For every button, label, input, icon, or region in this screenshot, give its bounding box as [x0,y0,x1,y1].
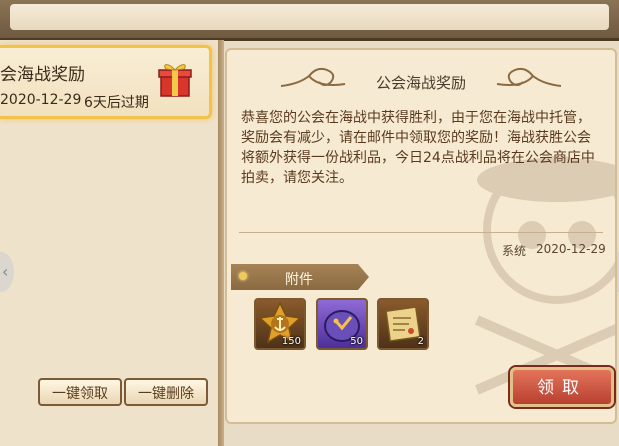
attachment-slot[interactable]: 50 [316,298,368,350]
mail-list-item[interactable]: 会海战奖励 2020-12-29 6天后过期 [0,45,212,119]
top-bar-inner [10,4,609,30]
mail-item-expire: 6天后过期 [84,95,149,111]
claim-all-button[interactable]: 一键领取 [38,378,122,406]
mail-body: 恭喜您的公会在海战中获得胜利，由于您在海战中托管，奖励会有减少，请在邮件中领取您… [241,110,595,186]
attachment-qty: 50 [350,336,363,347]
attachments-label: 附件 [285,272,313,288]
divider [239,232,603,233]
mail-sender: 系统 [502,244,527,258]
flourish-right-icon [496,67,562,87]
mail-item-title: 会海战奖励 [0,65,85,85]
mail-date: 2020-12-29 [536,242,606,256]
panel-divider [218,40,224,446]
claim-button[interactable]: 领取 [510,367,614,407]
attachment-qty: 2 [417,336,424,347]
attachment-slot[interactable]: 150 [254,298,306,350]
top-bar [0,0,619,41]
mail-item-date: 2020-12-29 [0,92,82,108]
gift-icon [158,64,192,97]
delete-all-button[interactable]: 一键删除 [124,378,208,406]
bullet-icon [239,272,247,280]
attachment-slot[interactable]: 2 [377,298,429,350]
attachment-qty: 150 [281,336,301,347]
